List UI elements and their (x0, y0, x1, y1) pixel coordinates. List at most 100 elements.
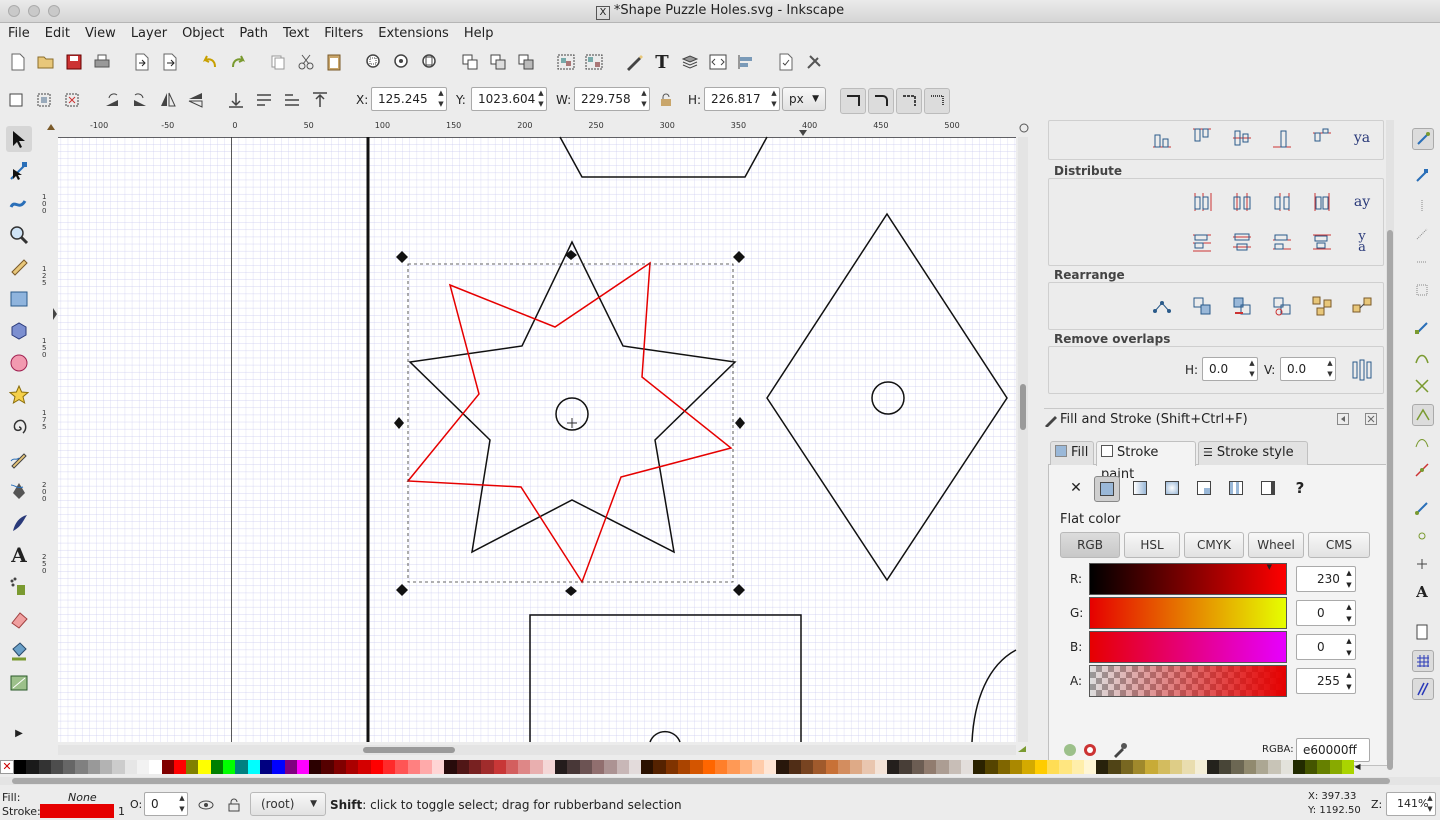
scale-stroke-toggle[interactable] (840, 88, 866, 114)
palette-swatch[interactable] (50, 760, 64, 774)
group-icon[interactable] (556, 52, 576, 72)
select-all-layers-icon[interactable] (34, 90, 54, 110)
snap-bbox-icon[interactable] (1412, 166, 1432, 186)
palette-swatch[interactable] (358, 760, 371, 774)
lock-proportions-icon[interactable] (656, 90, 676, 110)
palette-swatch[interactable] (321, 760, 334, 774)
palette-swatch[interactable] (1157, 760, 1170, 774)
canvas-svg[interactable] (38, 120, 1038, 760)
document-properties-icon[interactable] (776, 52, 796, 72)
palette-swatch[interactable] (714, 760, 728, 774)
snap-bbox-centers-icon[interactable] (1412, 280, 1432, 300)
palette-swatch[interactable] (38, 760, 51, 774)
unclump-icon[interactable] (1348, 292, 1376, 320)
palette-swatch[interactable] (26, 760, 39, 774)
distribute-centers-icon[interactable] (1228, 188, 1256, 216)
palette-swatch[interactable] (567, 760, 580, 774)
h-stepper[interactable]: ▲ ▼ (769, 88, 779, 110)
snap-bbox-edges-icon[interactable] (1412, 196, 1432, 216)
palette-swatch[interactable] (518, 760, 531, 774)
x-stepper[interactable]: ▲ ▼ (436, 88, 446, 110)
distribute-gaps-v-icon[interactable] (1308, 228, 1336, 256)
print-icon[interactable] (92, 52, 112, 72)
palette-swatch[interactable] (1096, 760, 1109, 774)
palette-swatch[interactable] (1120, 760, 1134, 774)
text-font-icon[interactable]: T (652, 52, 672, 73)
fill-stroke-icon[interactable] (624, 52, 644, 72)
palette-swatch[interactable] (1280, 760, 1293, 774)
palette-swatch[interactable] (456, 760, 469, 774)
h-field[interactable]: 226.817 ▲ ▼ (704, 87, 780, 111)
palette-swatch[interactable] (985, 760, 998, 774)
palette-swatch[interactable] (1059, 760, 1072, 774)
palette-swatch[interactable] (235, 760, 248, 774)
palette-swatch[interactable] (432, 760, 445, 774)
lower-icon[interactable] (254, 90, 274, 110)
rotate-ccw-icon[interactable] (102, 90, 122, 110)
panel-close-icon[interactable] (1364, 412, 1378, 426)
channel-a-slider[interactable] (1089, 665, 1287, 697)
distribute-baselines-h-icon[interactable]: ay (1348, 188, 1376, 216)
move-gradients-toggle[interactable] (896, 88, 922, 114)
palette-swatch[interactable] (616, 760, 629, 774)
remove-overlaps-button-icon[interactable] (1348, 356, 1376, 384)
snap-text-baseline-icon[interactable]: A (1412, 582, 1432, 602)
palette-swatch[interactable] (223, 760, 236, 774)
exchange-clockwise-icon[interactable] (1268, 292, 1296, 320)
align-top-edges-icon[interactable] (1188, 124, 1216, 152)
rgba-field[interactable]: e60000ff (1296, 738, 1370, 762)
palette-swatch[interactable] (973, 760, 986, 774)
snap-bbox-corners-icon[interactable] (1412, 224, 1432, 244)
clone-icon[interactable] (488, 52, 508, 72)
palette-swatch[interactable] (1010, 760, 1023, 774)
palette-swatch[interactable] (333, 760, 347, 774)
palette-swatch[interactable] (591, 760, 605, 774)
snap-nodes-icon[interactable] (1412, 318, 1432, 338)
palette-swatch[interactable] (1231, 760, 1244, 774)
palette-swatch[interactable] (899, 760, 912, 774)
randomize-positions-icon[interactable] (1308, 292, 1336, 320)
overlap-v-stepper[interactable]: ▲ ▼ (1325, 358, 1335, 380)
palette-swatch[interactable] (825, 760, 838, 774)
stroke-width-value[interactable]: 1 (118, 805, 125, 818)
palette-swatch[interactable] (813, 760, 826, 774)
palette-swatch[interactable] (186, 760, 199, 774)
palette-swatch[interactable] (407, 760, 420, 774)
palette-swatch[interactable] (727, 760, 740, 774)
palette-swatch[interactable] (284, 760, 297, 774)
palette-swatch[interactable] (1305, 760, 1318, 774)
copy-icon[interactable] (268, 52, 288, 72)
palette-swatch[interactable] (579, 760, 592, 774)
open-icon[interactable] (36, 52, 56, 72)
color-picker-icon[interactable] (1110, 740, 1130, 760)
box3d-tool-icon[interactable] (6, 318, 32, 344)
palette-swatch[interactable] (1255, 760, 1269, 774)
palette-swatch[interactable] (874, 760, 888, 774)
palette-swatch[interactable] (776, 760, 789, 774)
palette-swatch[interactable] (862, 760, 875, 774)
select-all-icon[interactable] (6, 90, 26, 110)
lower-bottom-icon[interactable] (226, 90, 246, 110)
distribute-right-edges-icon[interactable] (1268, 188, 1296, 216)
mode-hsl-button[interactable]: HSL (1124, 532, 1180, 558)
mesh-gradient-icon[interactable] (1194, 478, 1214, 498)
snap-paths-icon[interactable] (1412, 348, 1432, 368)
tweak-tool-icon[interactable] (6, 190, 32, 216)
channel-a-stepper[interactable]: ▲ ▼ (1343, 669, 1355, 693)
palette-swatch[interactable] (911, 760, 924, 774)
cut-icon[interactable] (296, 52, 316, 72)
menu-view[interactable]: View (77, 23, 123, 41)
selector-tool-icon[interactable] (6, 126, 32, 152)
palette-swatch[interactable] (1022, 760, 1035, 774)
panel-iconify-icon[interactable] (1336, 412, 1350, 426)
palette-swatch[interactable] (493, 760, 506, 774)
palette-swatch[interactable] (247, 760, 260, 774)
toolbox-expand-icon[interactable]: ▶ (6, 720, 32, 746)
distribute-gaps-h-icon[interactable] (1308, 188, 1336, 216)
exchange-positions-icon[interactable] (1188, 292, 1216, 320)
channel-r-stepper[interactable]: ▲ ▼ (1343, 567, 1355, 591)
calligraphy-tool-icon[interactable] (6, 510, 32, 536)
palette-swatch[interactable] (87, 760, 101, 774)
palette-swatch[interactable] (555, 760, 568, 774)
palette-swatch[interactable] (1182, 760, 1195, 774)
